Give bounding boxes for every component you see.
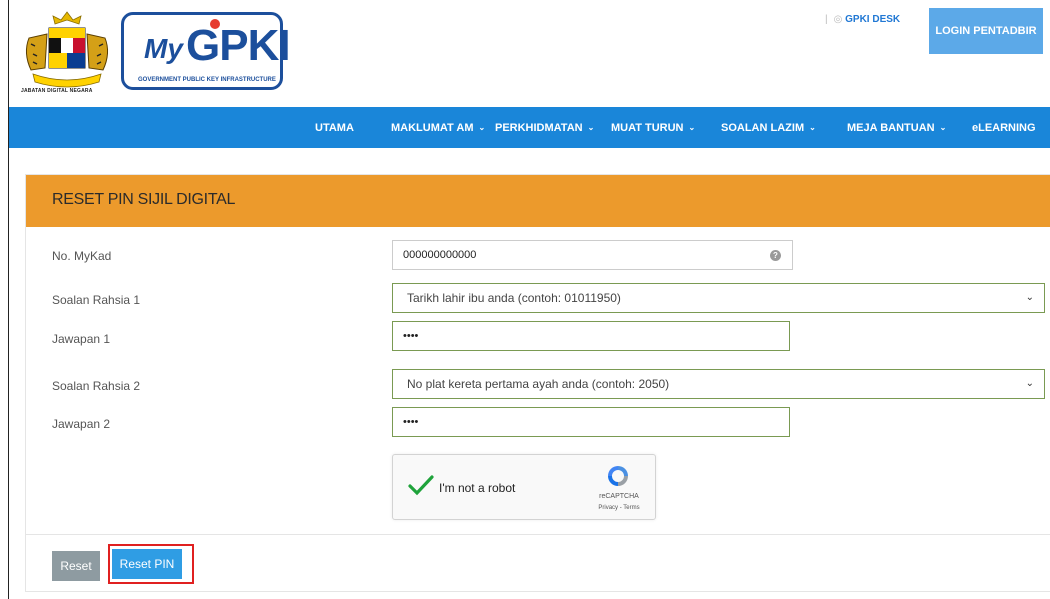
- nav-label: MAKLUMAT AM: [391, 121, 474, 134]
- main-navbar: UTAMA MAKLUMAT AM ⌄ PERKHIDMATAN ⌄ MUAT TU…: [9, 107, 1050, 148]
- chevron-down-icon: ⌄: [1025, 378, 1034, 389]
- nav-item-perkhidmatan[interactable]: PERKHIDMATAN ⌄: [495, 107, 594, 148]
- recaptcha-brand: reCAPTCHA: [599, 493, 639, 500]
- logo-dot-icon: [210, 19, 220, 29]
- question-circle-icon: ?: [770, 249, 781, 261]
- nav-item-muat-turun[interactable]: MUAT TURUN ⌄: [611, 107, 695, 148]
- nav-item-utama[interactable]: UTAMA: [315, 107, 354, 148]
- mykad-label: No. MyKad: [52, 249, 112, 263]
- logo-tagline: GOVERNMENT PUBLIC KEY INFRASTRUCTURE: [138, 77, 276, 83]
- gpki-desk-label: GPKI DESK: [845, 14, 901, 25]
- soalan-rahsia-2-value: No plat kereta pertama ayah anda (contoh…: [407, 377, 670, 391]
- mykad-input[interactable]: 000000000000: [392, 240, 760, 270]
- panel-header: RESET PIN SIJIL DIGITAL: [26, 175, 1050, 227]
- reset-pin-button[interactable]: Reset PIN: [112, 549, 182, 579]
- checkmark-icon[interactable]: [407, 473, 435, 497]
- nav-item-meja-bantuan[interactable]: MEJA BANTUAN ⌄: [847, 107, 946, 148]
- jawapan-2-input[interactable]: ••••: [392, 407, 790, 437]
- nav-label: MUAT TURUN: [611, 121, 684, 134]
- separator: |: [825, 14, 828, 25]
- jawapan-1-label: Jawapan 1: [52, 332, 111, 346]
- chevron-down-icon: ⌄: [809, 123, 816, 132]
- recaptcha-terms-link[interactable]: Privacy - Terms: [589, 505, 649, 511]
- chevron-down-icon: ⌄: [939, 123, 947, 132]
- recaptcha-logo-icon: [608, 466, 628, 486]
- panel-title: RESET PIN SIJIL DIGITAL: [52, 191, 236, 208]
- chevron-down-icon: ⌄: [478, 123, 486, 132]
- nav-label: UTAMA: [315, 121, 354, 134]
- mykad-help-addon[interactable]: ?: [759, 240, 793, 270]
- mygpki-logo[interactable]: My GPKI GOVERNMENT PUBLIC KEY INFRASTRUC…: [121, 12, 291, 90]
- nav-label: MEJA BANTUAN: [847, 121, 935, 134]
- soalan-rahsia-1-select[interactable]: Tarikh lahir ibu anda (contoh: 01011950)…: [392, 283, 1045, 313]
- chevron-down-icon: ⌄: [587, 123, 595, 132]
- logo-my-text: My: [144, 33, 183, 64]
- jawapan-2-label: Jawapan 2: [52, 417, 111, 431]
- recaptcha-label: I'm not a robot: [439, 481, 516, 495]
- jawapan-1-input[interactable]: ••••: [392, 321, 790, 351]
- login-pentadbir-button[interactable]: LOGIN PENTADBIR: [929, 8, 1043, 54]
- nav-item-soalan-lazim[interactable]: SOALAN LAZIM ⌄: [721, 107, 816, 148]
- nav-label: PERKHIDMATAN: [495, 121, 583, 134]
- nav-item-elearning[interactable]: eLEARNING: [972, 107, 1036, 148]
- reset-button[interactable]: Reset: [52, 551, 100, 581]
- soalan-rahsia-1-value: Tarikh lahir ibu anda (contoh: 01011950): [407, 291, 621, 305]
- crest-caption: JABATAN DIGITAL NEGARA: [21, 88, 93, 94]
- logo-gpki-text: GPKI: [186, 21, 291, 70]
- gpki-desk-link[interactable]: | ◎ GPKI DESK: [825, 14, 900, 25]
- nav-item-maklumat-am[interactable]: MAKLUMAT AM ⌄: [391, 107, 485, 148]
- page-frame: JABATAN DIGITAL NEGARA My GPKI GOVERNMEN…: [8, 0, 1050, 599]
- chevron-down-icon: ⌄: [1025, 292, 1034, 303]
- soalan-rahsia-1-label: Soalan Rahsia 1: [52, 293, 141, 307]
- chevron-down-icon: ⌄: [688, 123, 696, 132]
- recaptcha-widget[interactable]: I'm not a robot reCAPTCHA Privacy - Term…: [392, 454, 656, 520]
- site-header: JABATAN DIGITAL NEGARA My GPKI GOVERNMEN…: [9, 0, 1050, 107]
- nav-label: SOALAN LAZIM: [721, 121, 805, 134]
- soalan-rahsia-2-select[interactable]: No plat kereta pertama ayah anda (contoh…: [392, 369, 1045, 399]
- coat-of-arms-logo: [25, 11, 109, 88]
- help-circle-icon: ◎: [833, 14, 846, 25]
- soalan-rahsia-2-label: Soalan Rahsia 2: [52, 379, 141, 393]
- form-divider: [26, 534, 1050, 535]
- reset-pin-panel: RESET PIN SIJIL DIGITAL No. MyKad 000000…: [25, 174, 1050, 592]
- nav-label: eLEARNING: [972, 121, 1036, 134]
